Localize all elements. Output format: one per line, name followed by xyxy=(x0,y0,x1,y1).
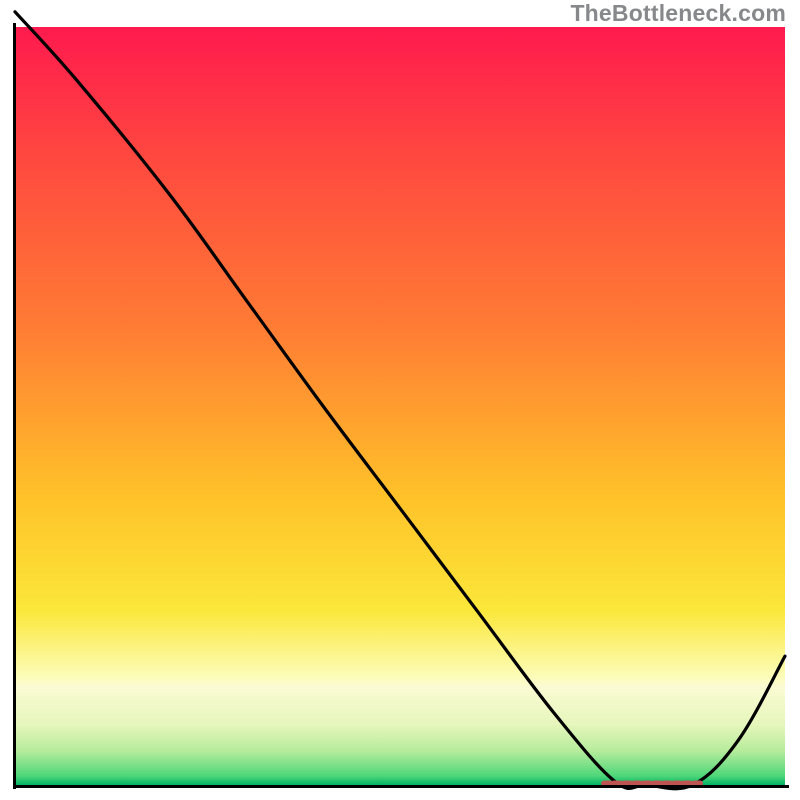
optimum-marker xyxy=(15,27,785,785)
x-axis xyxy=(13,785,789,788)
watermark-text: TheBottleneck.com xyxy=(570,0,786,27)
chart-container: TheBottleneck.com xyxy=(0,0,800,800)
y-axis xyxy=(13,23,16,789)
